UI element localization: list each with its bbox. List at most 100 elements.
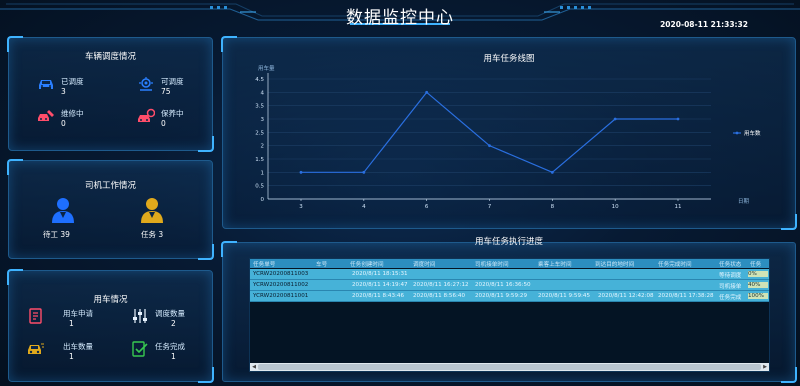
driver-busy-label: 任务 3	[141, 230, 164, 239]
table-title: 用车任务执行进度	[474, 237, 543, 247]
column-header[interactable]: 任务创建时间	[350, 260, 384, 268]
driver-status-panel: 司机工作情况 待工 39 任务 3	[7, 159, 214, 260]
y-tick-label: 1	[261, 170, 265, 176]
column-header[interactable]: 任务	[750, 260, 761, 268]
data-point	[362, 170, 366, 174]
legend-marker	[735, 131, 739, 135]
scrollbar-thumb[interactable]	[258, 364, 761, 370]
maintenance-icon	[138, 108, 155, 122]
driver-idle-label: 待工 39	[43, 230, 70, 239]
cell-status: 司机接单	[719, 284, 742, 290]
column-header[interactable]: 到达目的地时间	[595, 260, 634, 268]
y-tick-label: 0.5	[255, 184, 264, 190]
column-header[interactable]: 调度时间	[413, 260, 435, 268]
panel-title: 用车情况	[93, 295, 128, 305]
cell-progress: 100%	[748, 293, 768, 299]
driver-idle-icon	[52, 198, 74, 223]
cell-order: YCRW20200811002	[253, 282, 309, 288]
cell-accept: 2020/8/11 16:36:50	[475, 282, 531, 288]
cell-dispatch: 2020/8/11 16:27:12	[413, 282, 469, 288]
cell-accept: 2020/8/11 9:59:29	[475, 293, 528, 299]
stat-label: 已调度	[61, 77, 84, 86]
data-point	[299, 170, 303, 174]
repair-icon	[38, 110, 54, 121]
line-chart: 0 0.5 1 1.5 2 2.5 3 3.5 4 4.5 用车量日期 3 4 6 7 8 10 11 用车数	[255, 64, 761, 210]
x-tick-label: 7	[488, 204, 492, 210]
data-point	[550, 170, 554, 174]
stat-value: 3	[61, 87, 66, 96]
cell-progress: 0%	[748, 271, 768, 277]
car-out-icon	[28, 343, 44, 354]
stat-label: 用车申请	[63, 309, 93, 318]
task-table: 任务单号 车号 任务创建时间 调度时间 司机接单时间 乘客上车时间 到达目的地时…	[249, 258, 770, 372]
stat-value: 0	[61, 119, 66, 128]
scroll-left-arrow-icon[interactable]: ◀	[250, 363, 258, 371]
stat-value: 75	[161, 87, 171, 96]
cell-board: 2020/8/11 9:59:45	[538, 293, 591, 299]
data-point	[676, 117, 680, 121]
column-header[interactable]: 司机接单时间	[475, 260, 509, 268]
x-tick-label: 8	[551, 204, 555, 210]
y-tick-label: 0	[261, 197, 265, 203]
scroll-right-arrow-icon[interactable]: ▶	[761, 363, 769, 371]
stat-label: 保养中	[161, 109, 184, 118]
stat-value: 1	[69, 352, 74, 361]
data-point	[425, 90, 429, 94]
car-icon	[39, 80, 53, 89]
stat-value: 2	[171, 319, 176, 328]
column-header[interactable]: 任务完成时间	[658, 260, 692, 268]
cell-created: 2020/8/11 8:43:46	[352, 293, 405, 299]
stat-label: 调度数量	[155, 309, 185, 318]
x-tick-label: 3	[299, 204, 303, 210]
stat-value: 1	[69, 319, 74, 328]
vehicle-usage-panel: 用车情况 用车申请 1 调度数量 2 出车数量 1 任务完成 1	[7, 269, 214, 383]
cell-finish: 2020/8/11 17:38:28	[658, 293, 714, 299]
cell-created: 2020/8/11 18:15:31	[352, 271, 408, 277]
y-tick-label: 3	[261, 117, 265, 123]
x-tick-label: 11	[675, 204, 682, 210]
x-axis-label: 日期	[738, 198, 750, 205]
cell-progress: 40%	[748, 282, 768, 288]
y-tick-label: 1.5	[255, 157, 264, 163]
y-axis-label: 用车量	[258, 64, 275, 72]
data-point	[488, 144, 491, 148]
current-datetime: 2020-08-11 21:33:32	[660, 20, 748, 29]
x-tick-label: 4	[362, 204, 366, 210]
cell-dispatch: 2020/8/11 8:56:40	[413, 293, 466, 299]
horizontal-scrollbar[interactable]: ◀ ▶	[250, 363, 769, 371]
vehicle-dispatch-panel: 车辆调度情况 已调度 3 可调度 75 维修中 0 保养中 0	[7, 36, 214, 152]
cell-arrive: 2020/8/11 12:42:08	[598, 293, 654, 299]
table-row[interactable]: YCRW20200811003 2020/8/11 18:15:31 等待调度 …	[250, 269, 769, 280]
y-tick-label: 4.5	[255, 77, 264, 83]
task-line-chart-panel: 用车任务线图 0 0.5 1 1.5 2 2.5 3 3.5 4 4.5 用车量 日期 3 4 6 7 8 10 1…	[221, 36, 797, 230]
legend-label: 用车数	[744, 129, 761, 137]
y-tick-label: 2.5	[255, 130, 264, 136]
cell-order: YCRW20200811001	[253, 293, 309, 299]
column-header[interactable]: 任务单号	[253, 260, 275, 268]
task-done-icon	[132, 341, 148, 357]
y-tick-label: 2	[261, 144, 265, 150]
table-header: 任务单号 车号 任务创建时间 调度时间 司机接单时间 乘客上车时间 到达目的地时…	[250, 259, 769, 268]
column-header[interactable]: 车号	[316, 260, 327, 268]
x-tick-label: 10	[612, 204, 619, 210]
table-row[interactable]: YCRW20200811001 2020/8/11 8:43:46 2020/8…	[250, 291, 769, 302]
stat-label: 出车数量	[63, 342, 93, 351]
cell-status: 任务完成	[719, 295, 742, 301]
stat-label: 可调度	[161, 77, 184, 86]
table-row[interactable]: YCRW20200811002 2020/8/11 14:19:47 2020/…	[250, 280, 769, 291]
y-tick-label: 4	[261, 90, 265, 96]
data-point	[613, 117, 617, 121]
application-icon	[29, 308, 42, 324]
stat-value: 0	[161, 119, 166, 128]
column-header[interactable]: 任务状态	[719, 260, 741, 268]
cell-order: YCRW20200811003	[253, 271, 309, 277]
stat-label: 维修中	[61, 109, 84, 118]
cell-created: 2020/8/11 14:19:47	[352, 282, 408, 288]
panel-title: 车辆调度情况	[84, 52, 136, 62]
column-header[interactable]: 乘客上车时间	[538, 260, 572, 268]
driver-busy-icon	[141, 198, 163, 223]
x-tick-label: 6	[425, 204, 429, 210]
y-tick-label: 3.5	[255, 104, 264, 110]
stat-label: 任务完成	[155, 342, 185, 351]
dispatch-icon	[139, 77, 153, 91]
